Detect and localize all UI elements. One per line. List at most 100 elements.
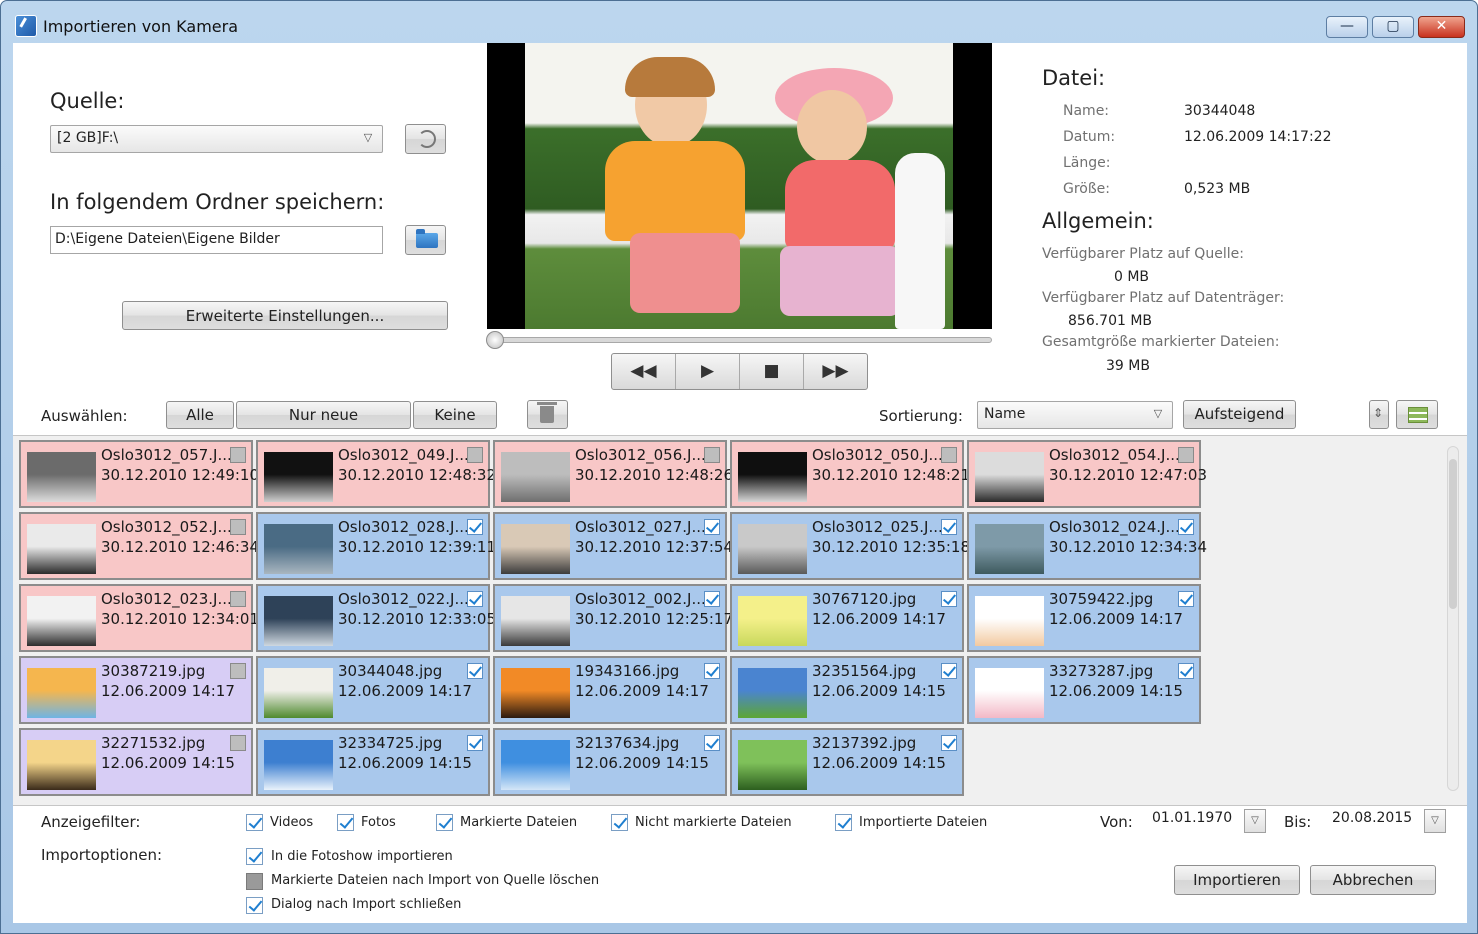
file-name: Oslo3012_049.J... [338,446,469,464]
file-checkbox[interactable] [467,519,483,535]
file-tile[interactable]: Oslo3012_028.J... 30.12.2010 12:39:11 [256,512,496,580]
file-tile[interactable]: Oslo3012_027.J... 30.12.2010 12:37:54 [493,512,733,580]
file-checkbox[interactable] [230,735,246,751]
delete-after-import-label: Markierte Dateien nach Import von Quelle… [271,873,600,888]
file-tile[interactable]: Oslo3012_052.J... 30.12.2010 12:46:34 [19,512,259,580]
file-tile[interactable]: 32137392.jpg 12.06.2009 14:15 [730,728,964,796]
file-date: 30.12.2010 12:34:01 [101,610,260,628]
move-button[interactable]: ⇕ [1369,400,1389,429]
minimize-icon: — [1340,18,1354,34]
seek-thumb[interactable] [486,331,504,349]
close-after-import-checkbox[interactable] [246,897,263,914]
file-tile[interactable]: Oslo3012_054.J... 30.12.2010 12:47:03 [967,440,1207,508]
source-combo[interactable]: [2 GB]F:\ ▽ [50,125,383,153]
delete-after-import-checkbox[interactable] [246,873,263,890]
play-button[interactable]: ▶ [676,354,740,389]
file-checkbox[interactable] [941,591,957,607]
refresh-source-button[interactable] [405,124,446,154]
sort-field-combo[interactable]: Name ▽ [977,401,1173,429]
file-tile[interactable]: 30387219.jpg 12.06.2009 14:17 [19,656,253,724]
file-checkbox[interactable] [1178,591,1194,607]
window-title: Importieren von Kamera [43,17,238,36]
sort-order-button[interactable]: Aufsteigend [1183,400,1296,429]
file-tile[interactable]: Oslo3012_057.J... 30.12.2010 12:49:10 [19,440,259,508]
to-date-dropdown[interactable]: ▽ [1424,809,1446,833]
file-tile[interactable]: Oslo3012_024.J... 30.12.2010 12:34:34 [967,512,1207,580]
file-date: 12.06.2009 14:15 [101,754,235,772]
file-checkbox[interactable] [941,447,957,463]
slideshow-checkbox[interactable] [246,848,263,865]
delete-button[interactable] [527,400,568,429]
file-checkbox[interactable] [230,663,246,679]
select-all-button[interactable]: Alle [166,401,234,429]
file-tile[interactable]: Oslo3012_022.J... 30.12.2010 12:33:05 [256,584,496,652]
file-tile[interactable]: 30344048.jpg 12.06.2009 14:17 [256,656,490,724]
file-checkbox[interactable] [1178,447,1194,463]
file-thumbnail [264,596,333,646]
unmarked-checkbox[interactable] [611,814,628,831]
marked-checkbox[interactable] [436,814,453,831]
file-checkbox[interactable] [1178,519,1194,535]
file-checkbox[interactable] [941,519,957,535]
file-tile[interactable]: 32137634.jpg 12.06.2009 14:15 [493,728,727,796]
file-tile[interactable]: 32271532.jpg 12.06.2009 14:15 [19,728,253,796]
file-checkbox[interactable] [704,735,720,751]
grid-scrollbar[interactable] [1447,446,1459,791]
file-checkbox[interactable] [704,591,720,607]
imported-checkbox[interactable] [835,814,852,831]
view-toggle-button[interactable] [1396,400,1438,429]
seek-slider[interactable] [486,331,992,349]
source-value: [2 GB]F:\ [57,130,119,146]
file-tile[interactable]: 32351564.jpg 12.06.2009 14:15 [730,656,964,724]
forward-button[interactable]: ▶▶ [804,354,867,389]
file-tile[interactable]: 19343166.jpg 12.06.2009 14:17 [493,656,727,724]
file-tile[interactable]: Oslo3012_049.J... 30.12.2010 12:48:32 [256,440,496,508]
file-tile[interactable]: 32334725.jpg 12.06.2009 14:15 [256,728,490,796]
rewind-button[interactable]: ◀◀ [612,354,676,389]
advanced-settings-button[interactable]: Erweiterte Einstellungen... [122,301,448,330]
scrollbar-thumb[interactable] [1449,459,1457,609]
title-bar[interactable]: Importieren von Kamera — ▢ ✕ [1,1,1477,43]
videos-checkbox[interactable] [246,814,263,831]
file-name: Oslo3012_056.J... [575,446,706,464]
stop-button[interactable]: ■ [740,354,804,389]
file-tile[interactable]: Oslo3012_025.J... 30.12.2010 12:35:18 [730,512,970,580]
file-date: 12.06.2009 14:15 [338,754,472,772]
file-checkbox[interactable] [467,447,483,463]
folder-input[interactable]: D:\Eigene Dateien\Eigene Bilder [50,226,383,254]
file-checkbox[interactable] [230,519,246,535]
select-none-button[interactable]: Keine [413,401,497,429]
file-checkbox[interactable] [230,591,246,607]
file-date: 12.06.2009 14:17 [338,682,472,700]
file-checkbox[interactable] [704,663,720,679]
file-checkbox[interactable] [704,447,720,463]
file-tile[interactable]: 30767120.jpg 12.06.2009 14:17 [730,584,964,652]
file-tile[interactable]: Oslo3012_023.J... 30.12.2010 12:34:01 [19,584,259,652]
file-checkbox[interactable] [230,447,246,463]
file-checkbox[interactable] [704,519,720,535]
file-tile[interactable]: 33273287.jpg 12.06.2009 14:15 [967,656,1201,724]
cancel-button[interactable]: Abbrechen [1310,865,1436,895]
file-tile[interactable]: Oslo3012_002.J... 30.12.2010 12:25:17 [493,584,733,652]
file-checkbox[interactable] [467,663,483,679]
from-date[interactable]: 01.01.1970 [1148,807,1236,833]
file-checkbox[interactable] [467,735,483,751]
file-tile[interactable]: Oslo3012_056.J... 30.12.2010 12:48:26 [493,440,733,508]
from-date-dropdown[interactable]: ▽ [1244,809,1266,833]
close-button[interactable]: ✕ [1418,16,1465,38]
file-checkbox[interactable] [467,591,483,607]
import-button[interactable]: Importieren [1174,865,1300,895]
browse-folder-button[interactable] [405,225,446,255]
thumbnail-grid[interactable]: Oslo3012_057.J... 30.12.2010 12:49:10 Oslo… [13,435,1467,805]
minimize-button[interactable]: — [1326,16,1368,38]
file-tile[interactable]: 30759422.jpg 12.06.2009 14:17 [967,584,1201,652]
select-new-button[interactable]: Nur neue [236,401,411,429]
photos-checkbox[interactable] [337,814,354,831]
maximize-button[interactable]: ▢ [1372,16,1414,38]
to-date[interactable]: 20.08.2015 [1328,807,1416,833]
sort-label: Sortierung: [879,407,963,425]
file-checkbox[interactable] [941,663,957,679]
file-tile[interactable]: Oslo3012_050.J... 30.12.2010 12:48:21 [730,440,970,508]
file-checkbox[interactable] [941,735,957,751]
file-checkbox[interactable] [1178,663,1194,679]
